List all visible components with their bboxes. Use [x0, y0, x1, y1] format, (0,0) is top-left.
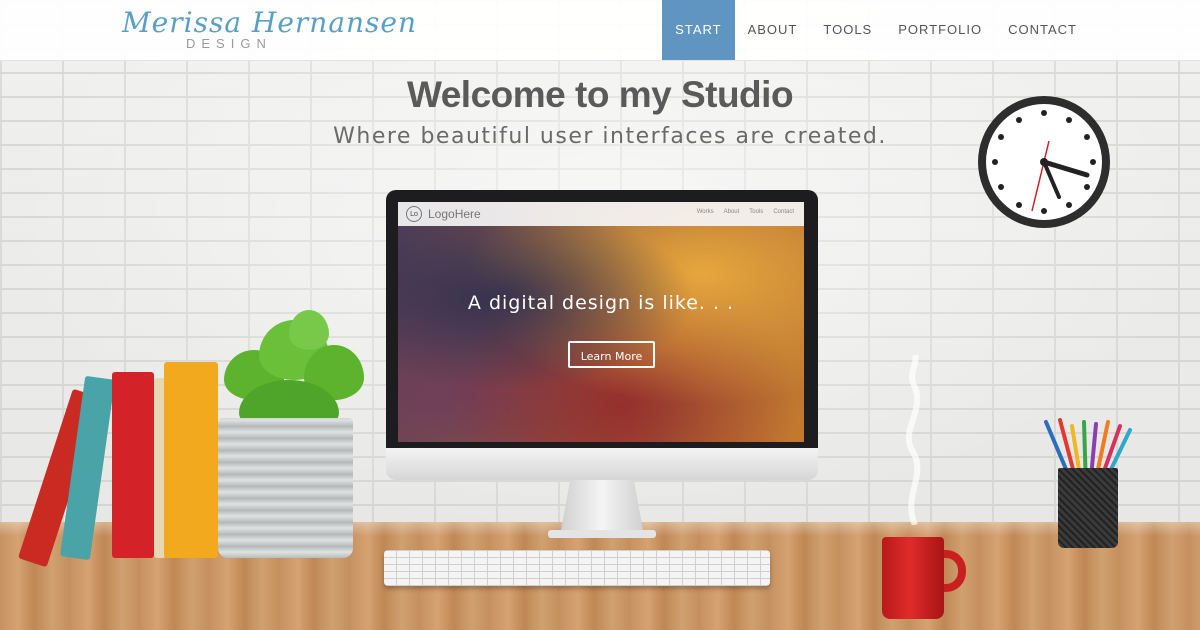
mock-link-about: About: [723, 209, 740, 215]
mock-site-header: Lo LogoHere Works About Tools Contact: [398, 202, 804, 226]
metal-pot: [218, 418, 353, 558]
main-menu: START ABOUT TOOLS PORTFOLIO CONTACT: [662, 0, 1090, 60]
nav-contact[interactable]: CONTACT: [995, 0, 1090, 60]
mock-site-links: Works About Tools Contact: [697, 209, 794, 215]
book-crimson: [112, 372, 154, 558]
red-coffee-mug: [882, 537, 944, 619]
mock-link-contact: Contact: [773, 209, 794, 215]
learn-more-button[interactable]: Learn More: [568, 341, 655, 368]
monitor-stand-base: [548, 530, 656, 538]
mock-headline: A digital design is like. . .: [467, 292, 735, 314]
mock-logo-mark-icon: Lo: [406, 206, 422, 222]
mock-logo-text: LogoHere: [428, 207, 481, 221]
keyboard: [384, 550, 770, 586]
page-title: Welcome to my Studio: [406, 74, 794, 115]
page-subtitle: Where beautiful user interfaces are crea…: [333, 124, 887, 149]
monitor-screen: Lo LogoHere Works About Tools Contact A …: [398, 202, 804, 442]
mock-link-tools: Tools: [749, 209, 764, 215]
monitor-stand: [560, 480, 644, 536]
imac-monitor: Lo LogoHere Works About Tools Contact A …: [386, 190, 818, 538]
monitor-chin: [386, 448, 818, 480]
nav-portfolio[interactable]: PORTFOLIO: [885, 0, 995, 60]
steam-icon: [905, 355, 921, 525]
nav-start[interactable]: START: [662, 0, 735, 60]
nav-about[interactable]: ABOUT: [735, 0, 811, 60]
brand-logo-script[interactable]: Merissa Hernansen: [122, 6, 417, 39]
mock-link-works: Works: [696, 209, 714, 215]
brand-logo-subtitle: DESIGN: [186, 36, 272, 51]
nav-tools[interactable]: TOOLS: [810, 0, 885, 60]
pencil-cup: [1058, 468, 1118, 548]
top-navigation: Merissa Hernansen DESIGN START ABOUT TOO…: [0, 0, 1200, 61]
